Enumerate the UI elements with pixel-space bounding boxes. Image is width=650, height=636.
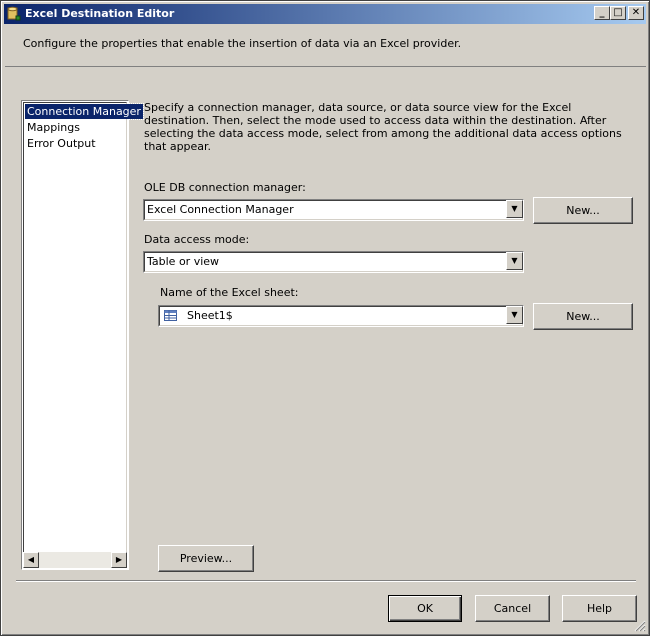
data-access-mode-label: Data access mode: (144, 233, 250, 246)
footer-separator (16, 580, 636, 582)
scroll-left-button[interactable]: ◀ (23, 552, 39, 568)
connection-manager-combo[interactable]: Excel Connection Manager ▼ (143, 199, 524, 221)
excel-sheet-label: Name of the Excel sheet: (160, 286, 299, 299)
window-title: Excel Destination Editor (25, 7, 175, 20)
help-label: Help (586, 602, 613, 615)
data-access-mode-value: Table or view (147, 255, 220, 268)
connection-manager-dropdown[interactable]: ▼ (506, 200, 523, 218)
excel-sheet-dropdown[interactable]: ▼ (506, 306, 523, 324)
chevron-down-icon: ▼ (511, 256, 518, 265)
preview-label: Preview... (179, 552, 233, 565)
maximize-icon: □ (613, 7, 623, 18)
cancel-button[interactable]: Cancel (475, 595, 550, 622)
page-list-frame (23, 102, 127, 568)
page-description: Specify a connection manager, data sourc… (144, 101, 622, 153)
ok-label: OK (417, 602, 433, 615)
data-access-mode-combo[interactable]: Table or view ▼ (143, 251, 524, 273)
minimize-button[interactable]: _ (594, 6, 610, 20)
dialog-window: Excel Destination Editor _ □ ✕ Configure… (0, 0, 650, 636)
excel-sheet-value: Sheet1$ (187, 309, 233, 322)
title-bar[interactable]: Excel Destination Editor _ □ ✕ (4, 4, 646, 24)
close-button[interactable]: ✕ (628, 6, 644, 20)
new-connection-label: New... (566, 204, 600, 217)
page-item-error-output[interactable]: Error Output (25, 136, 98, 151)
cancel-label: Cancel (493, 602, 532, 615)
connection-manager-label: OLE DB connection manager: (144, 181, 306, 194)
help-button[interactable]: Help (562, 595, 637, 622)
close-icon: ✕ (631, 7, 641, 18)
horizontal-scrollbar[interactable]: ◀ ▶ (23, 552, 127, 568)
ok-button[interactable]: OK (388, 595, 462, 622)
minimize-icon: _ (599, 7, 605, 18)
chevron-down-icon: ▼ (511, 204, 518, 213)
page-item-connection-manager[interactable]: Connection Manager (24, 103, 144, 120)
maximize-button[interactable]: □ (610, 6, 626, 20)
data-access-mode-dropdown[interactable]: ▼ (506, 252, 523, 270)
resize-grip-icon[interactable] (634, 620, 646, 632)
header-panel: Configure the properties that enable the… (5, 25, 646, 67)
arrow-left-icon: ◀ (27, 555, 35, 564)
excel-destination-icon (7, 6, 21, 21)
table-icon (164, 310, 177, 321)
excel-sheet-combo[interactable]: Sheet1$ ▼ (158, 305, 524, 327)
new-connection-button[interactable]: New... (533, 197, 633, 224)
header-description: Configure the properties that enable the… (23, 37, 462, 50)
new-sheet-button[interactable]: New... (533, 303, 633, 330)
scroll-right-button[interactable]: ▶ (111, 552, 127, 568)
arrow-right-icon: ▶ (115, 555, 123, 564)
page-item-mappings[interactable]: Mappings (25, 120, 82, 135)
connection-manager-value: Excel Connection Manager (147, 203, 294, 216)
preview-button[interactable]: Preview... (158, 545, 254, 572)
page-list[interactable]: Connection Manager Mappings Error Output… (21, 100, 144, 570)
chevron-down-icon: ▼ (511, 310, 518, 319)
new-sheet-label: New... (566, 310, 600, 323)
